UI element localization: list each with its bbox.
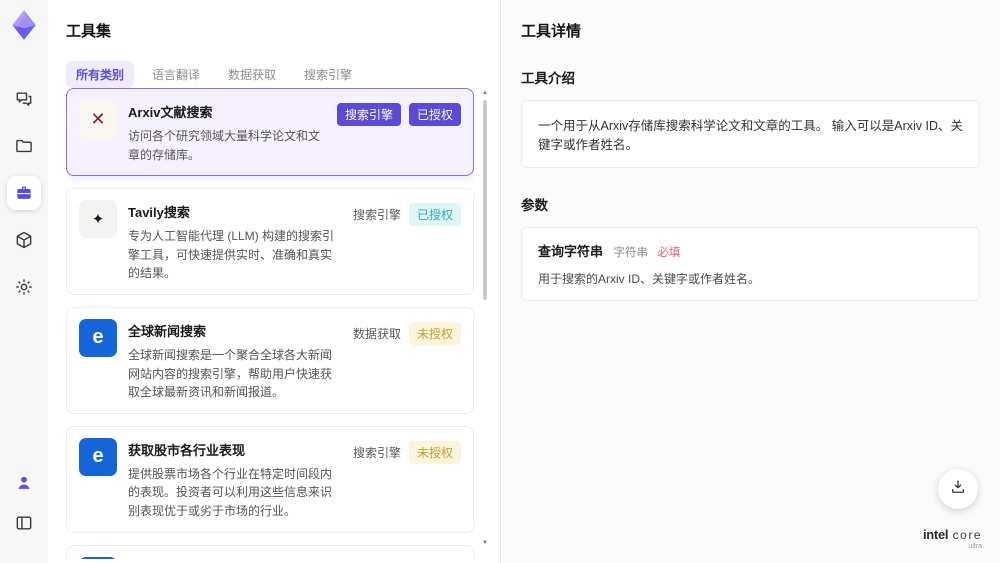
tool-meta: 搜索引擎 未授权 [353,438,461,521]
news-app-icon: e [79,556,117,559]
parameter-header: 查询字符串 字符串 必填 [538,241,963,261]
parameter-type: 字符串 [613,247,648,259]
tool-card-body: 获取市场最活跃股票信息 提供当天交易量最高的股票列表，投资者可以利用这些信息来识… [128,557,342,559]
download-button[interactable] [938,469,978,509]
parameter-card: 查询字符串 字符串 必填 用于搜索的Arxiv ID、关键字或作者姓名。 [521,227,980,301]
status-badge: 已授权 [408,203,461,227]
intel-wordmark: intel [922,526,949,542]
params-section-title: 参数 [521,198,548,213]
tab-language-translation[interactable]: 语言翻译 [142,61,210,88]
tool-card-global-news[interactable]: e 全球新闻搜索 全球新闻搜索是一个聚合全球各大新闻网站内容的搜索引擎，帮助用户… [66,306,474,414]
intel-core-logo: intel core ultra [923,526,982,551]
tool-title: 获取股市各行业表现 [128,442,246,458]
scroll-down-icon[interactable]: ▼ [482,540,488,547]
category-label: 搜索引擎 [352,445,401,460]
toolbox-icon [14,183,34,203]
sidebar-item-models[interactable] [7,223,41,257]
status-badge: 未授权 [408,321,461,345]
tool-card-body: Arxiv文献搜索 访问各个研究领域大量科学论文和文章的存储库。 [128,100,326,164]
gear-icon [14,277,34,297]
status-badge: 未授权 [408,440,461,464]
sidebar-item-files[interactable] [7,129,41,163]
parameter-name: 查询字符串 [538,244,604,259]
parameter-required-flag: 必填 [657,247,681,259]
tool-description: 全球新闻搜索是一个聚合全球各大新闻网站内容的搜索引擎，帮助用户快速获取全球最新资… [128,347,333,400]
tool-title: Arxiv文献搜索 [128,105,213,120]
news-app-icon: e [79,318,117,357]
tab-all-categories[interactable]: 所有类别 [66,61,135,88]
page-title: 工具集 [66,23,112,40]
tab-search-engine[interactable]: 搜索引擎 [294,61,362,88]
scroll-up-icon[interactable]: ▲ [482,90,488,97]
tool-card-body: Tavily搜索 专为人工智能代理 (LLM) 构建的搜索引擎工具，可快速提供实… [128,200,342,283]
user-icon [14,473,34,493]
status-badge: 已授权 [408,103,461,126]
news-app-icon: e [79,437,117,476]
category-label: 搜索引擎 [352,208,401,223]
scrollbar-thumb[interactable] [483,100,487,300]
tool-card-tavily[interactable]: ✦ Tavily搜索 专为人工智能代理 (LLM) 构建的搜索引擎工具，可快速提… [66,188,474,295]
tool-card-list: ✕ Arxiv文献搜索 访问各个研究领域大量科学论文和文章的存储库。 搜索引擎 … [66,88,474,559]
sidebar-item-chat[interactable] [7,82,41,116]
sidebar-item-tools[interactable] [7,176,41,210]
sidebar-item-collapse[interactable] [7,506,41,540]
sidebar-item-settings[interactable] [7,270,41,304]
parameter-description: 用于搜索的Arxiv ID、关键字或作者姓名。 [538,272,761,286]
detail-title: 工具详情 [521,23,582,40]
tool-card-body: 获取股市各行业表现 提供股票市场各个行业在特定时间段内的表现。投资者可以利用这些… [128,438,342,521]
tool-card-arxiv[interactable]: ✕ Arxiv文献搜索 访问各个研究领域大量科学论文和文章的存储库。 搜索引擎 … [66,88,474,177]
sidebar-item-account[interactable] [7,466,41,500]
intro-section-title: 工具介绍 [521,71,575,86]
chat-icon [14,89,34,109]
tool-card-active-stocks[interactable]: e 获取市场最活跃股票信息 提供当天交易量最高的股票列表，投资者可以利用这些信息… [66,544,474,559]
tool-detail-panel: 工具详情 工具介绍 一个用于从Arxiv存储库搜索科学论文和文章的工具。 输入可… [500,0,1000,563]
app-sidebar [0,0,48,563]
scrollbar-track[interactable] [483,100,487,537]
arxiv-x-icon: ✕ [79,100,117,138]
cube-icon [14,230,34,250]
panel-layout-icon [14,513,34,533]
tool-meta: 搜索引擎 已授权 [336,100,461,164]
tool-title: 全球新闻搜索 [128,323,207,339]
category-label: 数据获取 [352,326,401,341]
tool-intro-box: 一个用于从Arxiv存储库搜索科学论文和文章的工具。 输入可以是Arxiv ID… [521,100,980,168]
tool-meta: 数据获取 未授权 [353,319,461,402]
download-icon [949,478,967,501]
tool-description: 提供股票市场各个行业在特定时间段内的表现。投资者可以利用这些信息来识别表现优于或… [128,466,333,518]
tool-description: 专为人工智能代理 (LLM) 构建的搜索引擎工具，可快速提供实时、准确和真实的结… [128,229,335,281]
tab-data-acquisition[interactable]: 数据获取 [218,61,286,88]
list-scrollbar[interactable]: ▲ ▼ [480,90,490,547]
tool-description: 访问各个研究领域大量科学论文和文章的存储库。 [128,129,321,162]
category-badge: 搜索引擎 [336,103,401,126]
intel-sub-label: ultra [968,543,982,551]
tool-card-body: 全球新闻搜索 全球新闻搜索是一个聚合全球各大新闻网站内容的搜索引擎，帮助用户快速… [128,319,342,402]
app-logo-icon [7,8,41,42]
tool-list-panel: 工具集 所有类别 语言翻译 数据获取 搜索引擎 ✕ Arxiv文献搜索 访问各个… [48,0,500,563]
category-tabs: 所有类别 语言翻译 数据获取 搜索引擎 [66,61,500,88]
tool-title: Tavily搜索 [128,205,190,221]
tool-meta: 搜索引擎 未授权 [353,557,461,559]
star-icon: ✦ [79,200,117,239]
tool-card-sector-performance[interactable]: e 获取股市各行业表现 提供股票市场各个行业在特定时间段内的表现。投资者可以利用… [66,425,474,533]
tool-meta: 搜索引擎 已授权 [353,200,461,283]
folder-icon [14,136,34,156]
core-wordmark: core [952,527,982,542]
